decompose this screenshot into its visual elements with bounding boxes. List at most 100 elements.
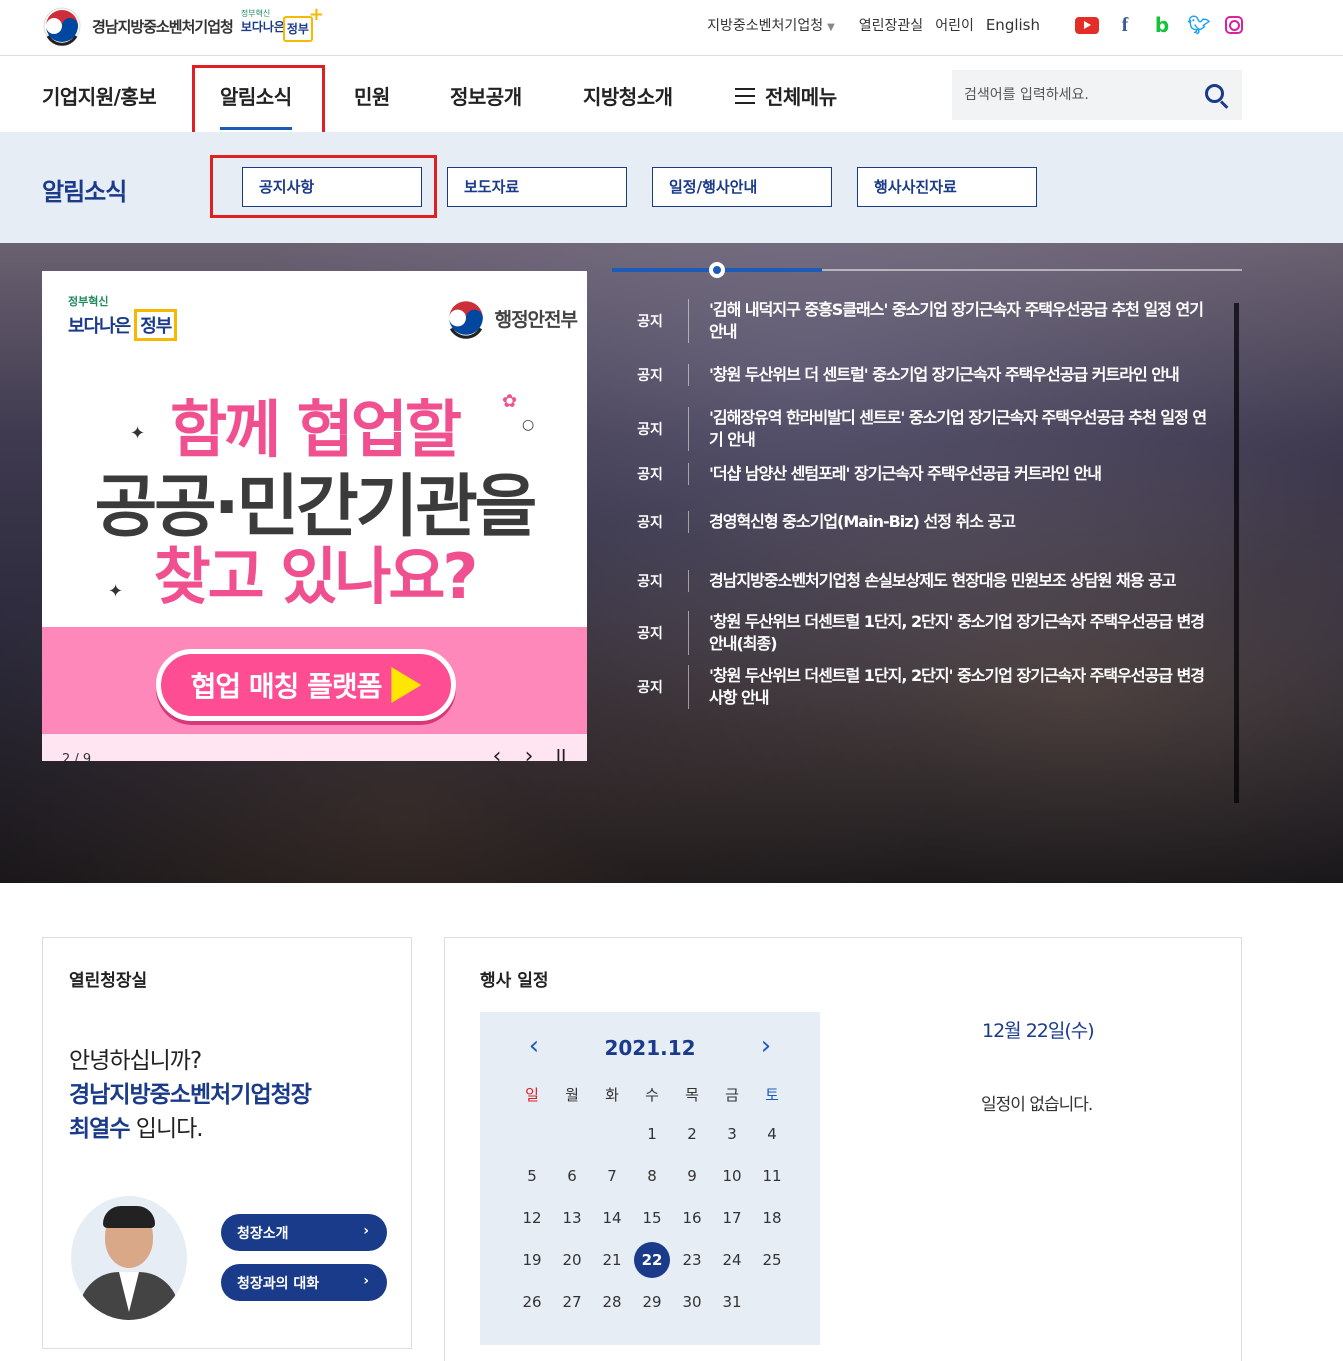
org-name: 경남지방중소벤처기업청 — [92, 17, 234, 36]
youtube-icon[interactable] — [1075, 16, 1099, 34]
caret-down-icon: ▼ — [827, 22, 835, 33]
notice-scrollbar[interactable] — [1234, 303, 1239, 803]
calendar-day[interactable]: 15 — [632, 1200, 672, 1236]
notice-item[interactable]: 공지 '창원 두산위브 더 센트럴' 중소기업 장기근속자 주택우선공급 커트라인… — [612, 353, 1232, 397]
banner-headline-3: 찾고 있나요? — [153, 540, 479, 613]
calendar-day[interactable]: 10 — [712, 1158, 752, 1194]
notice-tag: 공지 — [637, 467, 663, 483]
calendar-day[interactable]: 5 — [512, 1158, 552, 1194]
notice-title[interactable]: '창원 두산위브 더 센트럴' 중소기업 장기근속자 주택우선공급 커트라인 안… — [688, 364, 1208, 386]
ceo-intro-button[interactable]: 청장소개 › — [221, 1214, 387, 1251]
top-bar: 경남지방중소벤처기업청 정부혁신 보다나은 정부 + 지방중소벤처기업청 ▼ 열린… — [0, 0, 1343, 56]
no-event-message: 일정이 없습니다. — [981, 1095, 1093, 1115]
calendar-day[interactable]: 18 — [752, 1200, 792, 1236]
calendar-day[interactable]: 1 — [632, 1116, 672, 1152]
highlight-box-subnav — [210, 155, 437, 218]
notice-item[interactable]: 공지 경남지방중소벤처기업청 손실보상제도 현장대응 민원보조 상담원 채용 공고 — [612, 559, 1232, 603]
subnav-photos-button[interactable]: 행사사진자료 — [857, 167, 1037, 207]
gnb-item-support[interactable]: 기업지원/홍보 — [42, 81, 157, 110]
search-input[interactable] — [964, 84, 1194, 106]
badge-big-text: 보다나은 — [240, 20, 285, 34]
selected-date: 12월 22일(수) — [982, 1020, 1095, 1042]
taegeuk-emblem-icon — [446, 299, 485, 339]
banner-badge-small: 정부혁신 — [68, 295, 109, 308]
notice-item[interactable]: 공지 '김해장유역 한라비발디 센트로' 중소기업 장기근속자 주택우선공급 추천… — [612, 407, 1232, 451]
gnb-item-disclosure[interactable]: 정보공개 — [450, 81, 522, 110]
sparkle-icon: ✦ — [130, 423, 146, 444]
notice-title[interactable]: 경영혁신형 중소기업(Main-Biz) 선정 취소 공고 — [688, 511, 1208, 533]
calendar-day[interactable]: 12 — [512, 1200, 552, 1236]
calendar-day[interactable]: 29 — [632, 1284, 672, 1320]
calendar-day[interactable]: 3 — [712, 1116, 752, 1152]
notice-title[interactable]: '김해장유역 한라비발디 센트로' 중소기업 장기근속자 주택우선공급 추천 일… — [688, 407, 1208, 451]
calendar-day[interactable]: 14 — [592, 1200, 632, 1236]
calendar-weekday: 목 — [685, 1086, 699, 1104]
calendar-day[interactable]: 24 — [712, 1242, 752, 1278]
all-menu-button[interactable]: 전체메뉴 — [735, 81, 837, 110]
subnav-schedule-button[interactable]: 일정/행사안내 — [652, 167, 832, 207]
calendar-day[interactable]: 19 — [512, 1242, 552, 1278]
ceo-name: 최열수 — [69, 1116, 130, 1142]
util-link-kids[interactable]: 어린이 — [935, 15, 974, 35]
search-button[interactable] — [1202, 81, 1232, 111]
notice-item[interactable]: 공지 경영혁신형 중소기업(Main-Biz) 선정 취소 공고 — [612, 509, 1232, 535]
search-icon-handle — [1219, 100, 1229, 109]
calendar: ‹ 2021.12 › 일 월 화 수 목 금 토 1 2 3 4 5 6 7 8 9 10 11 12 13 14 15… — [480, 1012, 820, 1345]
promo-banner[interactable]: 정부혁신 보다나은 정부 행정안전부 함께 협업할 공공·민간기관을 찾고 있나요… — [42, 271, 587, 761]
calendar-day[interactable]: 13 — [552, 1200, 592, 1236]
calendar-day[interactable]: 23 — [672, 1242, 712, 1278]
calendar-weekday: 일 — [525, 1086, 539, 1104]
plus-icon: + — [308, 4, 324, 25]
calendar-weekday: 금 — [725, 1086, 739, 1104]
calendar-day[interactable]: 25 — [752, 1242, 792, 1278]
banner-badge-big: 보다나은 — [68, 316, 131, 337]
ceo-chat-button[interactable]: 청장과의 대화 › — [221, 1264, 387, 1301]
calendar-day[interactable]: 21 — [592, 1242, 632, 1278]
notice-item[interactable]: 공지 '창원 두산위브 더센트럴 1단지, 2단지' 중소기업 장기근속자 주택우… — [612, 611, 1232, 655]
utility-nav: 지방중소벤처기업청 ▼ 열린장관실 어린이 English f b 🐦︎ — [707, 13, 1243, 37]
calendar-day[interactable]: 30 — [672, 1284, 712, 1320]
notice-title[interactable]: '더샵 남양산 센텀포레' 장기근속자 주택우선공급 커트라인 안내 — [688, 463, 1208, 485]
instagram-icon[interactable] — [1225, 16, 1243, 34]
calendar-day[interactable]: 31 — [712, 1284, 752, 1320]
calendar-day[interactable]: 8 — [632, 1158, 672, 1194]
notice-item[interactable]: 공지 '창원 두산위브 더센트럴 1단지, 2단지' 중소기업 장기근속자 주택우… — [612, 665, 1232, 709]
notice-item[interactable]: 공지 '김해 내덕지구 중흥S클래스' 중소기업 장기근속자 주택우선공급 추천 … — [612, 299, 1232, 343]
calendar-day[interactable]: 26 — [512, 1284, 552, 1320]
notice-tag: 공지 — [637, 515, 663, 531]
site-select-dropdown[interactable]: 지방중소벤처기업청 ▼ — [707, 15, 835, 35]
util-link-english[interactable]: English — [986, 16, 1040, 34]
calendar-day-selected[interactable]: 22 — [632, 1242, 672, 1278]
site-logo[interactable]: 경남지방중소벤처기업청 정부혁신 보다나은 정부 + — [42, 4, 324, 46]
calendar-day[interactable]: 27 — [552, 1284, 592, 1320]
chevron-right-icon[interactable]: › — [518, 746, 540, 762]
calendar-day[interactable]: 17 — [712, 1200, 752, 1236]
calendar-day[interactable]: 20 — [552, 1242, 592, 1278]
blog-icon[interactable]: b — [1151, 13, 1173, 37]
notice-item[interactable]: 공지 '더샵 남양산 센텀포레' 장기근속자 주택우선공급 커트라인 안내 — [612, 461, 1232, 487]
calendar-day[interactable]: 4 — [752, 1116, 792, 1152]
notice-title[interactable]: '김해 내덕지구 중흥S클래스' 중소기업 장기근속자 주택우선공급 추천 일정… — [688, 299, 1208, 343]
subnav-press-button[interactable]: 보도자료 — [447, 167, 627, 207]
banner-cta-button[interactable]: 협업 매칭 플랫폼 — [156, 649, 456, 721]
calendar-day[interactable]: 7 — [592, 1158, 632, 1194]
facebook-icon[interactable]: f — [1114, 14, 1136, 36]
gnb-item-civil[interactable]: 민원 — [354, 81, 390, 110]
util-link-minister[interactable]: 열린장관실 — [859, 15, 923, 35]
notice-title[interactable]: '창원 두산위브 더센트럴 1단지, 2단지' 중소기업 장기근속자 주택우선공… — [688, 611, 1208, 655]
twitter-icon[interactable]: 🐦︎ — [1188, 14, 1211, 36]
notice-title[interactable]: 경남지방중소벤처기업청 손실보상제도 현장대응 민원보조 상담원 채용 공고 — [688, 570, 1208, 592]
calendar-day[interactable]: 9 — [672, 1158, 712, 1194]
chevron-left-icon[interactable]: ‹ — [486, 746, 508, 762]
calendar-day[interactable]: 6 — [552, 1158, 592, 1194]
calendar-day[interactable]: 28 — [592, 1284, 632, 1320]
notice-tag: 공지 — [637, 626, 663, 642]
pause-icon[interactable]: II — [550, 746, 572, 762]
calendar-day[interactable]: 2 — [672, 1116, 712, 1152]
calendar-day[interactable]: 11 — [752, 1158, 792, 1194]
calendar-day[interactable]: 16 — [672, 1200, 712, 1236]
banner-ministry: 행정안전부 — [445, 297, 578, 339]
notice-title[interactable]: '창원 두산위브 더센트럴 1단지, 2단지' 중소기업 장기근속자 주택우선공… — [688, 665, 1208, 709]
gnb-item-about[interactable]: 지방청소개 — [583, 81, 673, 110]
notice-tag: 공지 — [637, 574, 663, 590]
